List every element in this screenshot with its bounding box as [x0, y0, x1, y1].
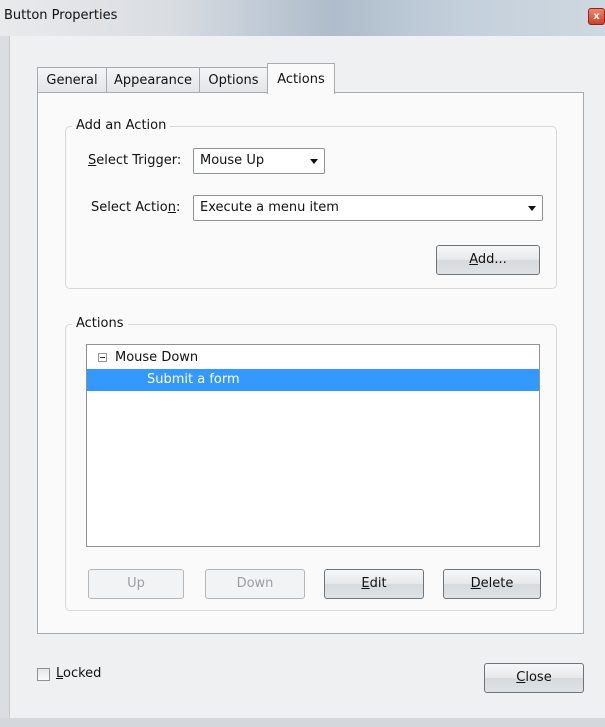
- tab-general[interactable]: General: [37, 67, 107, 93]
- select-trigger-dropdown[interactable]: Mouse Up: [193, 148, 325, 174]
- tree-item-submit-form[interactable]: Submit a form: [87, 369, 539, 391]
- locked-label: Locked: [56, 666, 102, 681]
- chevron-down-icon: [528, 206, 536, 211]
- chevron-down-icon: [310, 159, 318, 164]
- window-frame-bottom: [0, 718, 605, 727]
- locked-checkbox[interactable]: [37, 668, 50, 681]
- delete-button[interactable]: Delete: [443, 569, 541, 599]
- select-action-label: Select Action:: [91, 200, 181, 215]
- add-button[interactable]: Add...: [436, 245, 540, 275]
- actions-tree[interactable]: Mouse Down Submit a form: [86, 344, 540, 547]
- actions-tab-panel: Add an Action Select Trigger: Mouse Up S…: [37, 92, 584, 634]
- actions-legend: Actions: [72, 316, 128, 331]
- up-button[interactable]: Up: [88, 569, 184, 599]
- select-action-dropdown[interactable]: Execute a menu item: [193, 195, 543, 221]
- tab-actions[interactable]: Actions: [267, 63, 335, 94]
- down-button[interactable]: Down: [205, 569, 305, 599]
- add-action-legend: Add an Action: [72, 118, 171, 133]
- close-button[interactable]: Close: [484, 663, 584, 693]
- collapse-icon[interactable]: [98, 353, 107, 362]
- edit-button[interactable]: Edit: [324, 569, 424, 599]
- actions-group: Actions Mouse Down Submit a form Up Down…: [65, 316, 557, 611]
- window-frame-left: [0, 36, 10, 727]
- tree-item-mouse-down[interactable]: Mouse Down: [87, 347, 539, 369]
- close-icon: x: [593, 11, 600, 22]
- title-bar[interactable]: Button Properties x: [0, 0, 605, 36]
- tab-appearance[interactable]: Appearance: [106, 67, 200, 93]
- button-properties-dialog: Button Properties x General Appearance O…: [0, 0, 605, 727]
- tab-options[interactable]: Options: [199, 67, 268, 93]
- close-window-button[interactable]: x: [588, 8, 605, 25]
- add-action-group: Add an Action Select Trigger: Mouse Up S…: [65, 118, 557, 289]
- window-title: Button Properties: [4, 8, 118, 23]
- select-trigger-label: Select Trigger:: [88, 153, 182, 168]
